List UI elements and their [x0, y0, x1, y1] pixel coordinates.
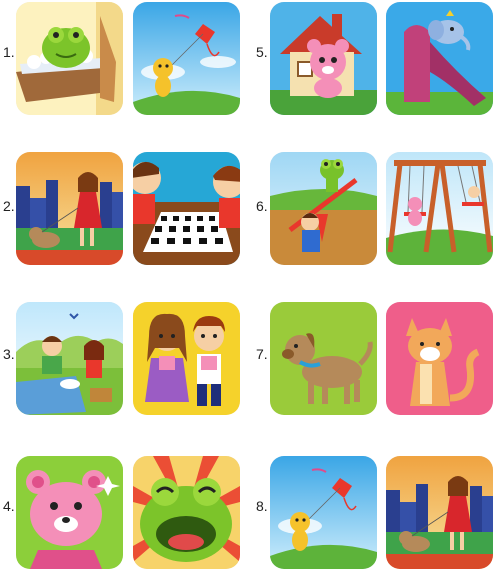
picture-children-holding-cards[interactable]: [133, 302, 240, 415]
picture-children-playing-checkers[interactable]: [133, 152, 240, 265]
picture-bear-flying-kite[interactable]: [133, 2, 240, 115]
row-label-7: 7.: [256, 346, 268, 362]
picture-girl-walking-dog[interactable]: [16, 152, 123, 265]
picture-frog-on-seesaw[interactable]: [270, 152, 377, 265]
row-label-6: 6.: [256, 198, 268, 214]
row-label-5: 5.: [256, 44, 268, 60]
family-picnic-icon: [16, 302, 123, 415]
row-label-3: 3.: [3, 346, 15, 362]
frog-face-icon: [133, 456, 240, 569]
picture-orange-cat[interactable]: [386, 302, 493, 415]
picture-bear-at-house[interactable]: [270, 2, 377, 115]
frog-in-bathtub-icon: [16, 2, 123, 115]
children-playing-checkers-icon: [133, 152, 240, 265]
girl-walking-dog-icon: [16, 152, 123, 265]
picture-pink-bear-face[interactable]: [16, 456, 123, 569]
picture-frog-face[interactable]: [133, 456, 240, 569]
orange-cat-icon: [386, 302, 493, 415]
row-label-4: 4.: [3, 498, 15, 514]
picture-brown-dog[interactable]: [270, 302, 377, 415]
picture-family-picnic[interactable]: [16, 302, 123, 415]
picture-bear-on-swing[interactable]: [386, 152, 493, 265]
row-label-2: 2.: [3, 198, 15, 214]
brown-dog-icon: [270, 302, 377, 415]
bear-flying-kite-icon: [133, 2, 240, 115]
picture-frog-in-bathtub[interactable]: [16, 2, 123, 115]
picture-girl-walking-dog-2[interactable]: [386, 456, 493, 569]
elephant-slide-icon: [386, 2, 493, 115]
frog-on-seesaw-icon: [270, 152, 377, 265]
picture-bear-flying-kite-2[interactable]: [270, 456, 377, 569]
row-label-1: 1.: [3, 44, 15, 60]
row-label-8: 8.: [256, 498, 268, 514]
bear-flying-kite-icon: [270, 456, 377, 569]
bear-at-house-icon: [270, 2, 377, 115]
girl-walking-dog-icon: [386, 456, 493, 569]
children-holding-cards-icon: [133, 302, 240, 415]
picture-elephant-slide[interactable]: [386, 2, 493, 115]
pink-bear-face-icon: [16, 456, 123, 569]
bear-on-swing-icon: [386, 152, 493, 265]
